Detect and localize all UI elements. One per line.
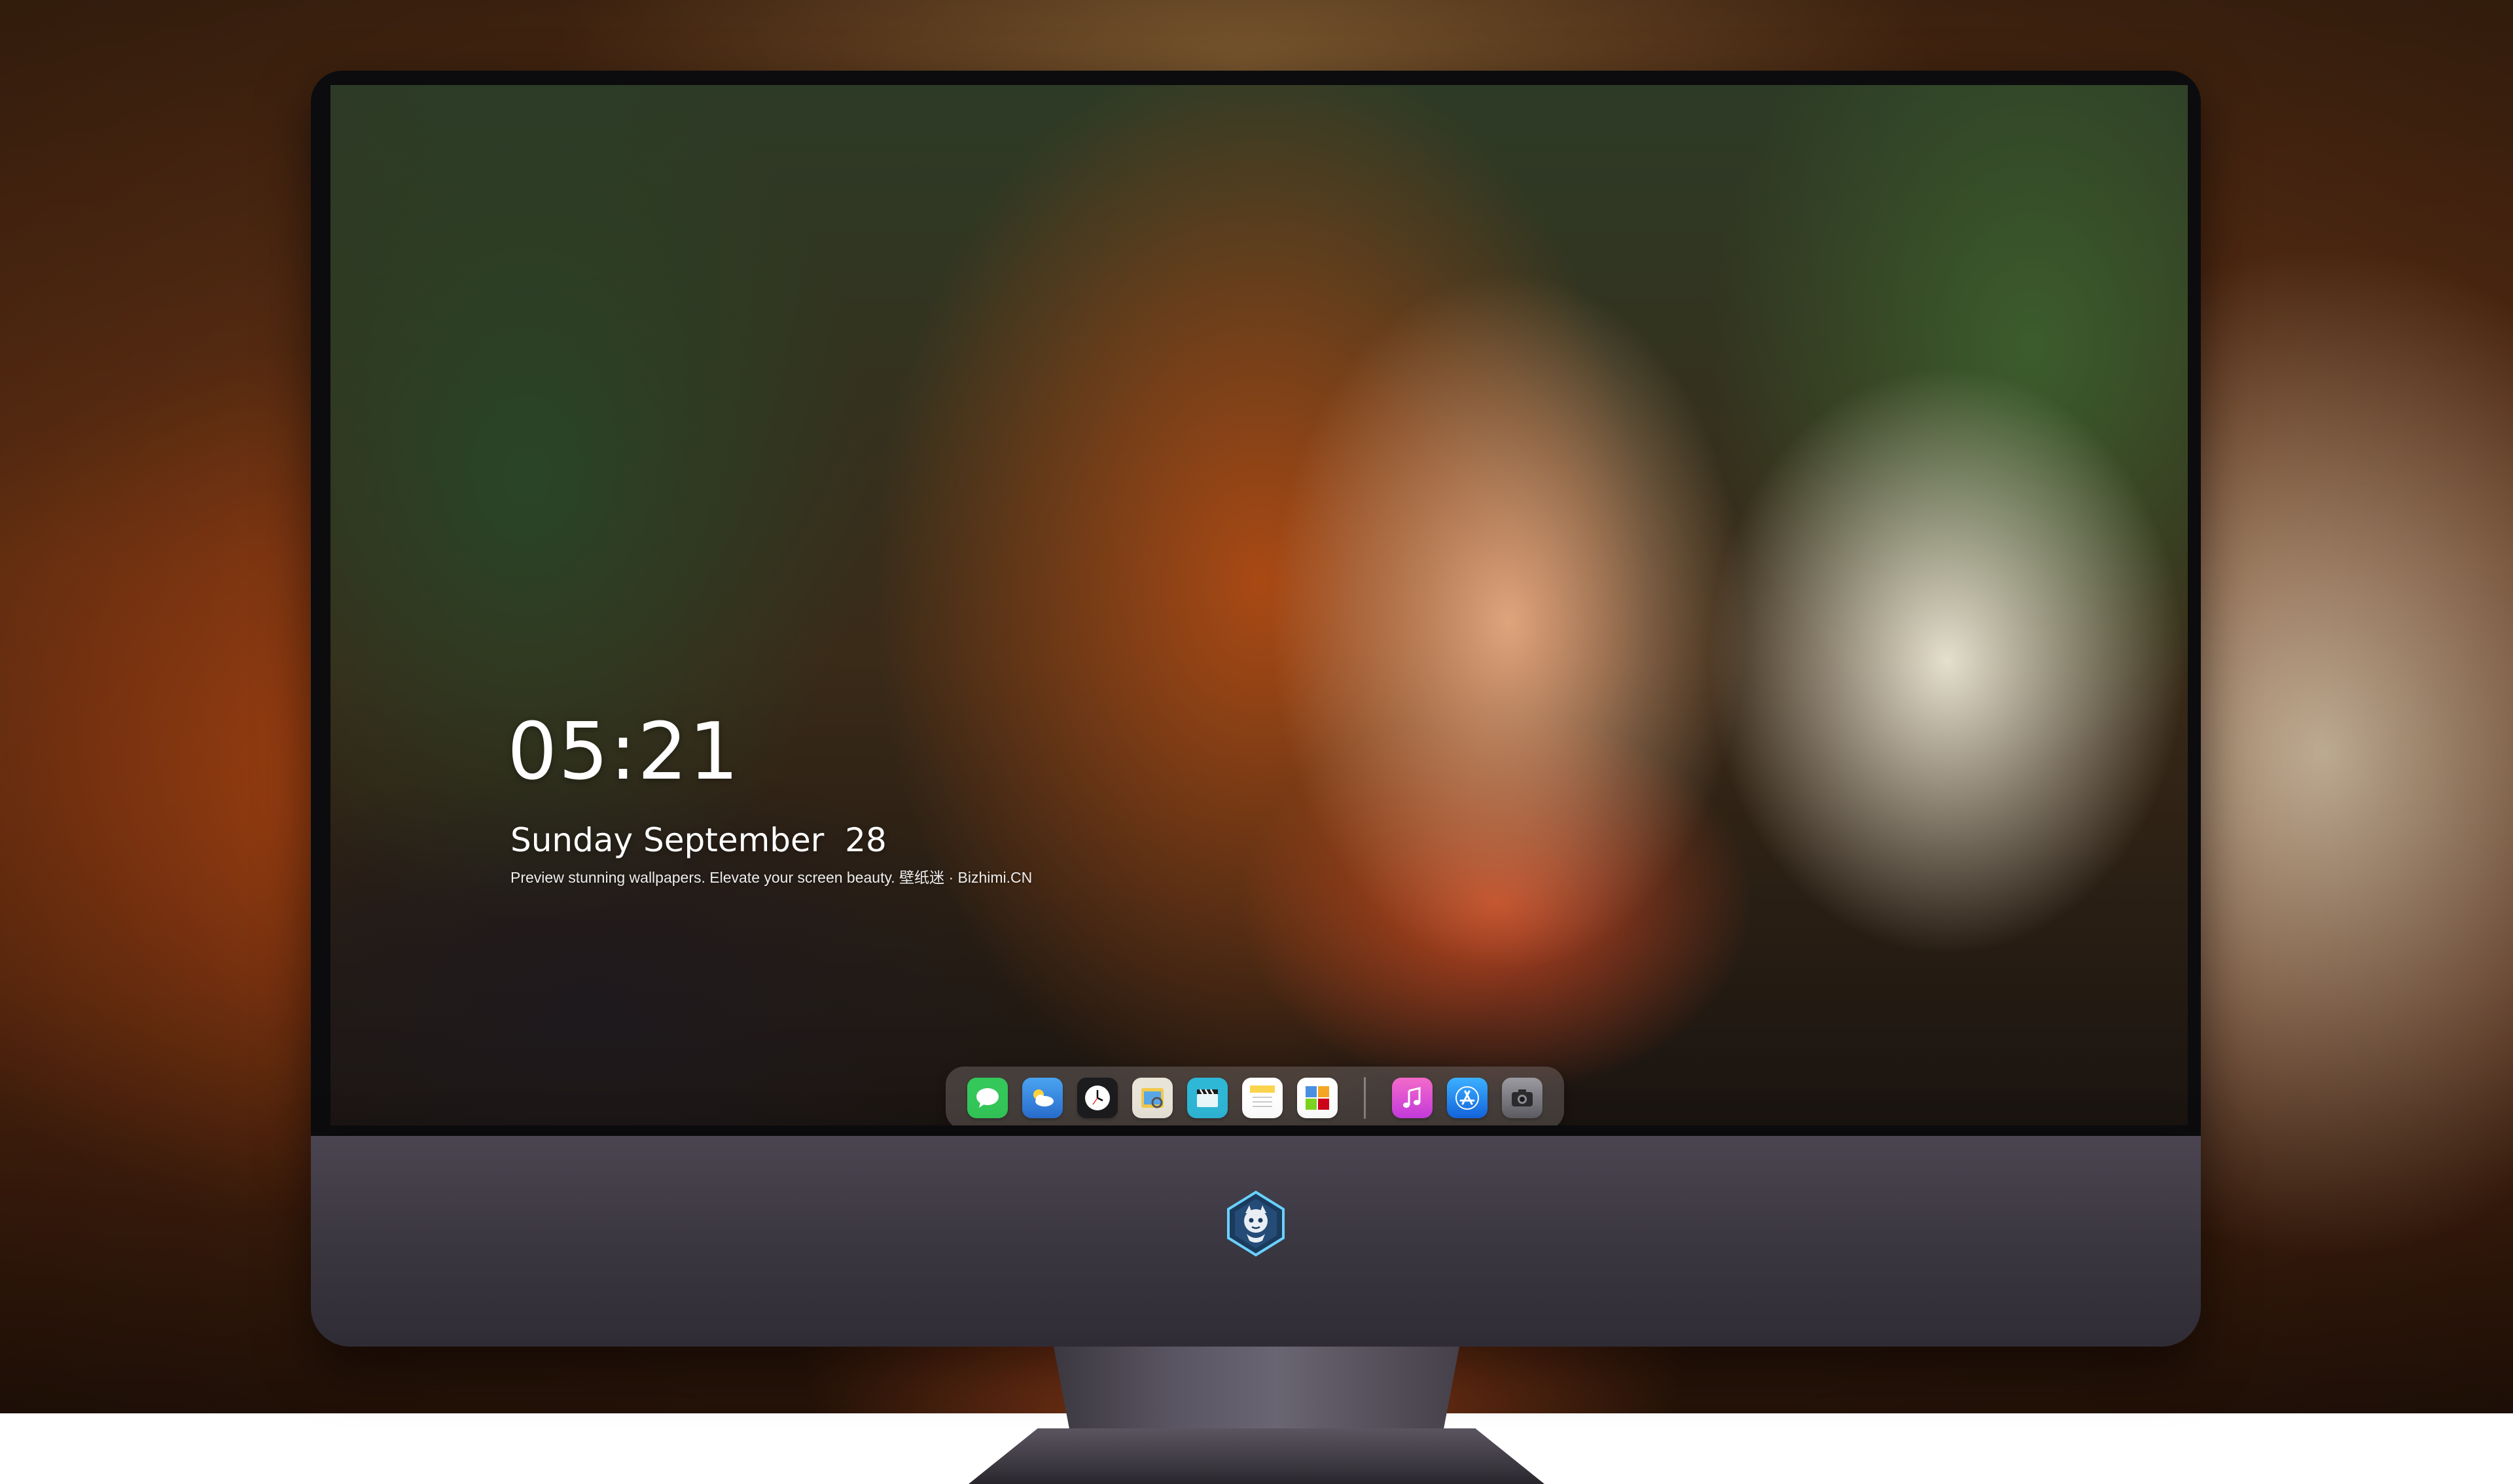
brand-logo-icon <box>1222 1190 1290 1258</box>
music-icon[interactable] <box>1392 1078 1433 1118</box>
notes-icon[interactable] <box>1242 1078 1283 1118</box>
screen-wallpaper: 05:21 Sunday September 28 Preview stunni… <box>330 85 2188 1125</box>
clock-icon[interactable] <box>1077 1078 1118 1118</box>
lockscreen-tagline: Preview stunning wallpapers. Elevate you… <box>510 869 1033 886</box>
monitor-bezel: 05:21 Sunday September 28 Preview stunni… <box>311 71 2201 1144</box>
monitor-chin <box>311 1136 2201 1347</box>
monitor-stand-base <box>969 1428 1544 1484</box>
dock-separator <box>1364 1077 1366 1119</box>
camera-icon[interactable] <box>1502 1078 1542 1118</box>
preview-icon[interactable] <box>1132 1078 1173 1118</box>
monitor-stand-neck <box>1054 1347 1459 1432</box>
clapperboard-icon[interactable] <box>1187 1078 1228 1118</box>
lockscreen-date: Sunday September 28 <box>510 821 887 859</box>
appstore-icon[interactable] <box>1447 1078 1488 1118</box>
monitor: 05:21 Sunday September 28 Preview stunni… <box>311 71 2201 1484</box>
weather-icon[interactable] <box>1022 1078 1063 1118</box>
messages-icon[interactable] <box>967 1078 1008 1118</box>
dock <box>946 1067 1564 1125</box>
lockscreen-time: 05:21 <box>507 707 740 798</box>
photobooth-icon[interactable] <box>1297 1078 1338 1118</box>
